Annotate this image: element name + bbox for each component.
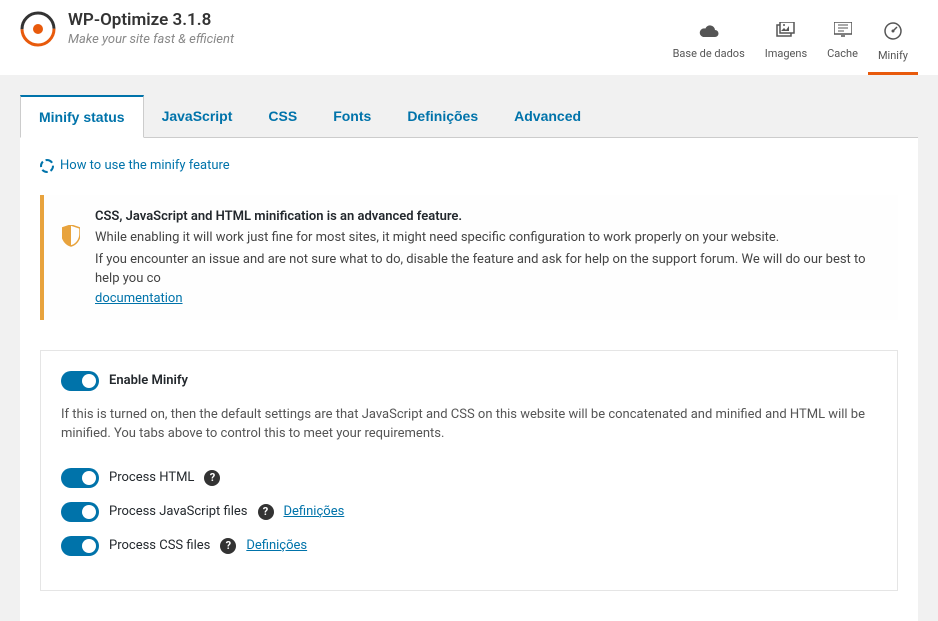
app-header: WP-Optimize 3.1.8 Make your site fast & … bbox=[0, 0, 938, 75]
tabs-container: Minify status JavaScript CSS Fonts Defin… bbox=[0, 75, 938, 138]
nav-label: Imagens bbox=[765, 47, 807, 60]
warning-title: CSS, JavaScript and HTML minification is… bbox=[95, 209, 880, 224]
warning-line1: While enabling it will work just fine fo… bbox=[95, 228, 880, 248]
warning-box: CSS, JavaScript and HTML minification is… bbox=[40, 195, 898, 320]
js-settings-link[interactable]: Definições bbox=[284, 504, 345, 519]
nav-label: Cache bbox=[827, 47, 858, 60]
nav-images[interactable]: Imagens bbox=[755, 10, 817, 75]
enable-minify-toggle[interactable] bbox=[61, 371, 99, 391]
main-nav: Base de dados Imagens Cache Minify bbox=[663, 10, 918, 75]
how-to-use-link[interactable]: How to use the minify feature bbox=[60, 158, 230, 173]
process-css-label: Process CSS files bbox=[109, 538, 210, 553]
process-js-row: Process JavaScript files ? Definições bbox=[61, 502, 877, 522]
process-js-label: Process JavaScript files bbox=[109, 504, 248, 519]
warning-line2: If you encounter an issue and are not su… bbox=[95, 250, 880, 289]
help-icon[interactable]: ? bbox=[258, 504, 274, 520]
cache-icon bbox=[834, 22, 852, 43]
help-link-row: How to use the minify feature bbox=[40, 158, 898, 173]
process-css-toggle[interactable] bbox=[61, 536, 99, 556]
nav-minify[interactable]: Minify bbox=[868, 10, 918, 75]
cloud-icon bbox=[699, 22, 719, 43]
tab-javascript[interactable]: JavaScript bbox=[144, 95, 251, 137]
process-js-toggle[interactable] bbox=[61, 502, 99, 522]
gauge-icon bbox=[884, 22, 902, 45]
nav-cache[interactable]: Cache bbox=[817, 10, 868, 75]
css-settings-link[interactable]: Definições bbox=[246, 538, 307, 553]
tab-fonts[interactable]: Fonts bbox=[315, 95, 389, 137]
tab-content: How to use the minify feature CSS, JavaS… bbox=[20, 138, 918, 621]
images-icon bbox=[776, 22, 796, 43]
brand-text: WP-Optimize 3.1.8 Make your site fast & … bbox=[68, 10, 234, 47]
enable-minify-description: If this is turned on, then the default s… bbox=[61, 405, 877, 444]
nav-label: Minify bbox=[878, 49, 908, 62]
tab-minify-status[interactable]: Minify status bbox=[20, 95, 144, 138]
life-ring-icon bbox=[40, 159, 54, 173]
wpo-logo-icon bbox=[20, 11, 56, 47]
enable-minify-label: Enable Minify bbox=[109, 373, 188, 388]
tab-advanced[interactable]: Advanced bbox=[496, 95, 599, 137]
warning-content: CSS, JavaScript and HTML minification is… bbox=[95, 209, 880, 306]
process-html-toggle[interactable] bbox=[61, 468, 99, 488]
help-icon[interactable]: ? bbox=[204, 470, 220, 486]
brand: WP-Optimize 3.1.8 Make your site fast & … bbox=[20, 10, 234, 62]
tab-settings[interactable]: Definições bbox=[389, 95, 496, 137]
documentation-link[interactable]: documentation bbox=[95, 291, 183, 306]
process-css-row: Process CSS files ? Definições bbox=[61, 536, 877, 556]
app-tagline: Make your site fast & efficient bbox=[68, 32, 234, 47]
enable-minify-row: Enable Minify bbox=[61, 371, 877, 391]
process-html-label: Process HTML bbox=[109, 470, 194, 485]
sub-tabs: Minify status JavaScript CSS Fonts Defin… bbox=[20, 95, 918, 138]
app-title: WP-Optimize 3.1.8 bbox=[68, 10, 234, 30]
nav-database[interactable]: Base de dados bbox=[663, 10, 755, 75]
nav-label: Base de dados bbox=[673, 47, 745, 60]
settings-panel: Enable Minify If this is turned on, then… bbox=[40, 350, 898, 591]
process-html-row: Process HTML ? bbox=[61, 468, 877, 488]
shield-icon bbox=[62, 225, 80, 306]
help-icon[interactable]: ? bbox=[220, 538, 236, 554]
tab-css[interactable]: CSS bbox=[250, 95, 315, 137]
